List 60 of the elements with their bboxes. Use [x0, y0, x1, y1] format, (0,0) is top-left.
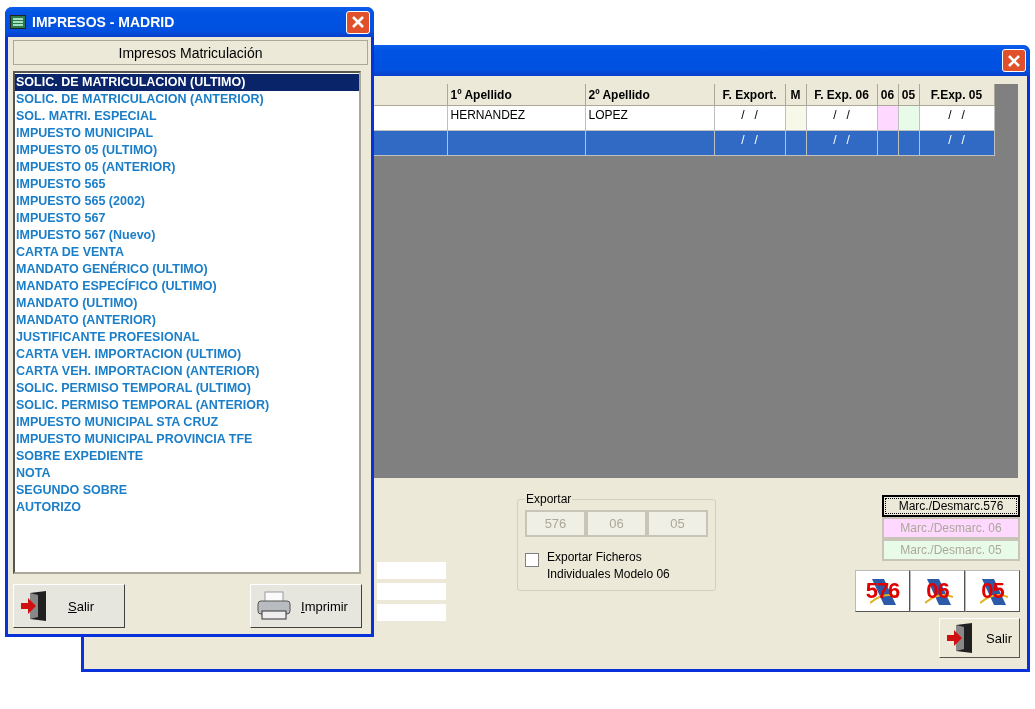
list-item[interactable]: AUTORIZO: [15, 499, 359, 516]
exit-button[interactable]: Salir: [13, 584, 125, 628]
list-item[interactable]: SOL. MATRI. ESPECIAL: [15, 108, 359, 125]
list-item[interactable]: MANDATO (ULTIMO): [15, 295, 359, 312]
list-item[interactable]: MANDATO GENÉRICO (ULTIMO): [15, 261, 359, 278]
window-app-icon: [10, 15, 26, 29]
list-item[interactable]: IMPUESTO MUNICIPAL PROVINCIA TFE: [15, 431, 359, 448]
column-header: F.Exp. 05: [919, 84, 994, 106]
list-item[interactable]: CARTA VEH. IMPORTACION (ANTERIOR): [15, 363, 359, 380]
list-item[interactable]: MANDATO ESPECÍFICO (ULTIMO): [15, 278, 359, 295]
column-header: F. Exp. 06: [806, 84, 877, 106]
column-header: 06: [877, 84, 898, 106]
column-header: 05: [898, 84, 919, 106]
list-item[interactable]: IMPUESTO MUNICIPAL STA CRUZ: [15, 414, 359, 431]
checkbox-label: Exportar Ficheros Individuales Modelo 06: [547, 549, 671, 583]
close-icon: [351, 15, 365, 29]
close-icon: [1007, 53, 1021, 68]
list-item[interactable]: JUSTIFICANTE PROFESIONAL: [15, 329, 359, 346]
list-item[interactable]: SOLIC. DE MATRICULACION (ULTIMO): [15, 74, 359, 91]
close-button[interactable]: [346, 10, 370, 34]
table-cell: HERNANDEZ: [447, 105, 585, 131]
exit-door-icon: [946, 623, 974, 653]
list-item[interactable]: MANDATO (ANTERIOR): [15, 312, 359, 329]
printer-icon: [257, 591, 291, 621]
list-item[interactable]: SOLIC. DE MATRICULACION (ANTERIOR): [15, 91, 359, 108]
list-item[interactable]: IMPUESTO 565: [15, 176, 359, 193]
column-header: 1º Apellido: [447, 84, 585, 106]
list-item[interactable]: CARTA DE VENTA: [15, 244, 359, 261]
list-header: Impresos Matriculación: [13, 40, 368, 65]
exit-button[interactable]: Salir: [939, 618, 1020, 658]
list-item[interactable]: NOTA: [15, 465, 359, 482]
list-item[interactable]: SOLIC. PERMISO TEMPORAL (ANTERIOR): [15, 397, 359, 414]
list-item[interactable]: CARTA VEH. IMPORTACION (ULTIMO): [15, 346, 359, 363]
list-item[interactable]: IMPUESTO 05 (ULTIMO): [15, 142, 359, 159]
tax-form-button[interactable]: 05: [965, 570, 1020, 612]
list-item[interactable]: IMPUESTO MUNICIPAL: [15, 125, 359, 142]
form-logo-icon: [980, 577, 1008, 607]
list-item[interactable]: IMPUESTO 05 (ANTERIOR): [15, 159, 359, 176]
input-field[interactable]: [376, 582, 447, 601]
table-cell: LOPEZ: [585, 105, 714, 131]
close-button[interactable]: [1002, 49, 1026, 72]
print-button[interactable]: Imprimir: [250, 584, 362, 628]
column-header: M: [785, 84, 806, 106]
list-item[interactable]: SEGUNDO SOBRE: [15, 482, 359, 499]
group-title: Exportar: [525, 492, 573, 506]
input-field[interactable]: [376, 603, 447, 622]
list-item[interactable]: IMPUESTO 567 (Nuevo): [15, 227, 359, 244]
column-header: F. Export.: [714, 84, 785, 106]
list-item[interactable]: SOBRE EXPEDIENTE: [15, 448, 359, 465]
input-field[interactable]: [376, 561, 447, 580]
toggle-mark-button[interactable]: Marc./Desmarc.576: [882, 495, 1020, 517]
window-title: IMPRESOS - MADRID: [32, 14, 176, 30]
checkbox[interactable]: [525, 553, 539, 567]
tax-form-button[interactable]: 06: [910, 570, 965, 612]
column-header: 2º Apellido: [585, 84, 714, 106]
list-item[interactable]: IMPUESTO 565 (2002): [15, 193, 359, 210]
form-logo-icon: [925, 577, 953, 607]
list-item[interactable]: SOLIC. PERMISO TEMPORAL (ULTIMO): [15, 380, 359, 397]
list-item[interactable]: IMPUESTO 567: [15, 210, 359, 227]
exit-door-icon: [20, 591, 48, 621]
